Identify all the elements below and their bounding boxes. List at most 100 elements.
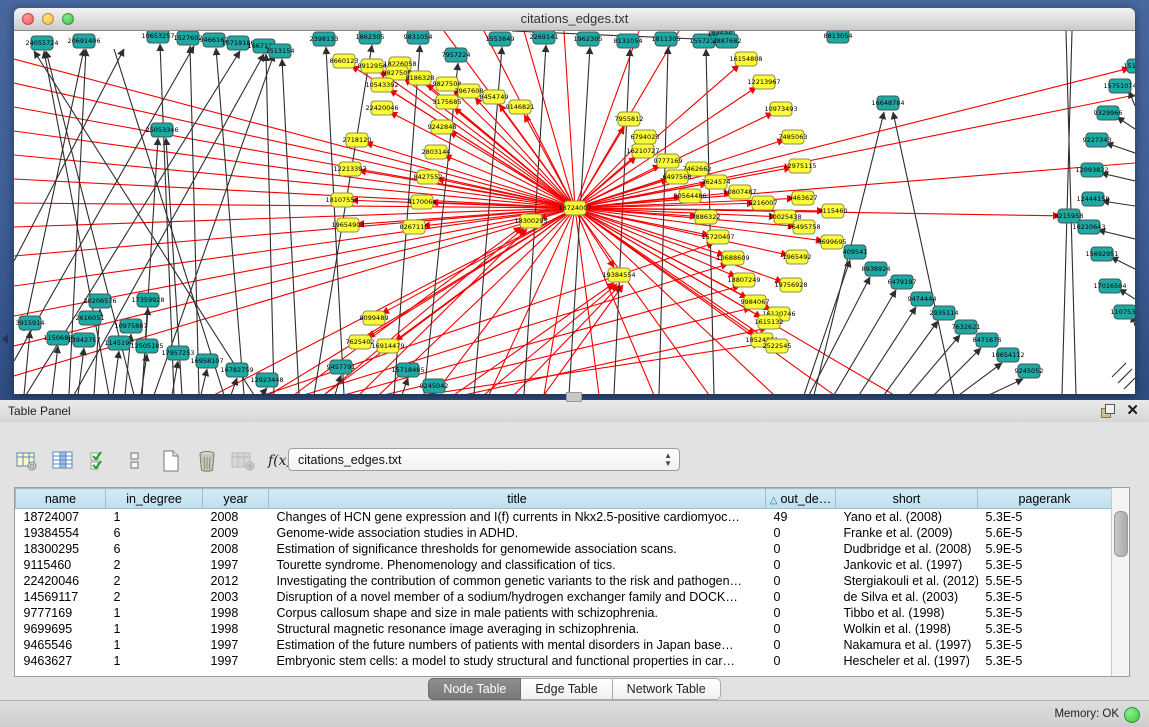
citation-edge[interactable] (575, 208, 614, 267)
graph-node-17359928[interactable]: 17359928 (131, 293, 164, 307)
graph-edge[interactable] (484, 31, 575, 208)
table-cell[interactable]: Franke et al. (2009) (836, 525, 978, 541)
scrollbar-thumb[interactable] (1114, 511, 1128, 557)
table-cell[interactable]: 5.3E-5 (978, 509, 1112, 525)
table-cell[interactable]: Hescheler et al. (1997) (836, 653, 978, 669)
close-panel-icon[interactable]: ✕ (1126, 402, 1139, 420)
graph-node-8267110[interactable]: 8267110 (400, 220, 429, 234)
table-row[interactable]: 946554611997Estimation of the future num… (16, 637, 1112, 653)
table-cell[interactable]: Yano et al. (2008) (836, 509, 978, 525)
graph-edge[interactable] (24, 49, 84, 331)
graph-edge[interactable] (78, 348, 84, 394)
graph-node-9146821[interactable]: 9146821 (506, 100, 535, 114)
network-window-titlebar[interactable]: citations_edges.txt (14, 8, 1135, 31)
table-cell[interactable]: 5.5E-5 (978, 573, 1112, 589)
table-cell[interactable]: 19384554 (16, 525, 106, 541)
graph-node-9245052[interactable]: 9245052 (1015, 364, 1044, 378)
table-cell[interactable]: 9699695 (16, 621, 106, 637)
graph-edge[interactable] (261, 388, 267, 394)
graph-node-10975887[interactable]: 10975887 (114, 319, 147, 333)
graph-node-22420046[interactable]: 22420046 (365, 101, 398, 115)
graph-node-1514162[interactable]: 1514162 (1124, 59, 1135, 73)
graph-edge[interactable] (282, 59, 299, 394)
table-cell[interactable]: 1998 (203, 621, 269, 637)
table-settings-button[interactable] (14, 449, 40, 473)
graph-edge[interactable] (884, 321, 938, 394)
graph-node-10973493[interactable]: 10973493 (764, 102, 797, 116)
graph-edge[interactable] (989, 379, 1023, 394)
network-graph-canvas[interactable]: 1872400786601238912954182260589827509818… (14, 31, 1135, 394)
node-table[interactable]: namein_degreeyeartitle△out_de…shortpager… (15, 488, 1112, 669)
graph-edge[interactable] (14, 131, 575, 208)
graph-node-409541[interactable]: 409541 (843, 245, 868, 259)
table-row[interactable]: 977716911998Corpus callosum shape and si… (16, 605, 1112, 621)
table-cell[interactable]: 0 (766, 589, 836, 605)
table-cell[interactable]: 9465546 (16, 637, 106, 653)
table-cell[interactable]: 0 (766, 605, 836, 621)
table-cell[interactable]: Stergiakouli et al. (2012) (836, 573, 978, 589)
table-cell[interactable]: 0 (766, 573, 836, 589)
graph-edge[interactable] (544, 285, 623, 394)
graph-node-1107533[interactable]: 1107533 (1111, 305, 1135, 319)
citation-edge[interactable] (575, 208, 1060, 216)
table-cell[interactable]: 9777169 (16, 605, 106, 621)
graph-edge[interactable] (1118, 369, 1132, 383)
graph-node-9115460[interactable]: 9115460 (819, 204, 848, 218)
graph-edge[interactable] (1106, 143, 1135, 153)
table-row[interactable]: 2242004622012Investigating the contribut… (16, 573, 1112, 589)
graph-node-9831054[interactable]: 9831054 (404, 31, 433, 44)
table-cell[interactable]: 0 (766, 637, 836, 653)
graph-node-2269141[interactable]: 2269141 (530, 31, 559, 44)
graph-edge[interactable] (1117, 117, 1135, 129)
graph-node-2718120[interactable]: 2718120 (343, 133, 372, 147)
table-cell[interactable]: 49 (766, 509, 836, 525)
graph-edge[interactable] (24, 331, 30, 394)
table-cell[interactable]: 2012 (203, 573, 269, 589)
graph-node-7625402[interactable]: 7625402 (346, 335, 375, 349)
graph-edge[interactable] (804, 260, 850, 394)
float-panel-icon[interactable] (1101, 404, 1115, 418)
table-cell[interactable]: Dudbridge et al. (2008) (836, 541, 978, 557)
graph-node-8186328[interactable]: 8186328 (406, 71, 435, 85)
graph-edge[interactable] (402, 378, 408, 394)
graph-node-9329966[interactable]: 9329966 (1094, 106, 1123, 120)
graph-edge[interactable] (1111, 257, 1135, 269)
graph-node-1962305[interactable]: 1962305 (574, 32, 603, 46)
table-cell[interactable]: 0 (766, 653, 836, 669)
graph-node-19756928[interactable]: 19756928 (774, 278, 807, 292)
table-vertical-scrollbar[interactable] (1111, 488, 1129, 676)
graph-edge[interactable] (575, 163, 1135, 208)
table-cell[interactable]: 2 (106, 557, 203, 573)
split-view-button[interactable] (122, 449, 148, 473)
table-cell[interactable]: 1 (106, 509, 203, 525)
table-cell[interactable]: Nakamura et al. (1997) (836, 637, 978, 653)
graph-node-8427552[interactable]: 8427552 (414, 170, 443, 184)
graph-node-3175685[interactable]: 3175685 (433, 95, 462, 109)
table-row[interactable]: 946362711997Embryonic stem cells: a mode… (16, 653, 1112, 669)
graph-node-9984067[interactable]: 9984067 (741, 295, 770, 309)
graph-edge[interactable] (859, 307, 916, 394)
graph-node-10688609[interactable]: 10688609 (716, 251, 749, 265)
graph-edge[interactable] (934, 348, 981, 394)
table-cell[interactable]: 2 (106, 589, 203, 605)
graph-node-2398133[interactable]: 2398133 (310, 32, 339, 46)
citation-edge[interactable] (454, 108, 575, 208)
graph-node-1553849[interactable]: 1553849 (486, 32, 515, 46)
table-cell[interactable]: Jankovic et al. (1997) (836, 557, 978, 573)
graph-node-7485063[interactable]: 7485063 (779, 130, 808, 144)
graph-node-16648784[interactable]: 16648784 (871, 96, 904, 110)
graph-edge[interactable] (959, 363, 1002, 394)
graph-edge[interactable] (14, 49, 124, 261)
graph-edge[interactable] (1124, 378, 1135, 389)
table-cell[interactable]: 5.3E-5 (978, 605, 1112, 621)
table-cell[interactable]: 0 (766, 525, 836, 541)
table-cell[interactable]: Tourette syndrome. Phenomenology and cla… (269, 557, 766, 573)
table-cell[interactable]: 2008 (203, 509, 269, 525)
graph-node-9245042[interactable]: 9245042 (420, 379, 449, 393)
graph-node-10654112[interactable]: 10654112 (991, 348, 1024, 362)
graph-node-7955812[interactable]: 7955812 (615, 112, 644, 126)
graph-node-2887682[interactable]: 2887682 (713, 34, 742, 48)
table-cell[interactable]: de Silva et al. (2003) (836, 589, 978, 605)
graph-edge[interactable] (266, 54, 274, 394)
table-cell[interactable]: 9463627 (16, 653, 106, 669)
